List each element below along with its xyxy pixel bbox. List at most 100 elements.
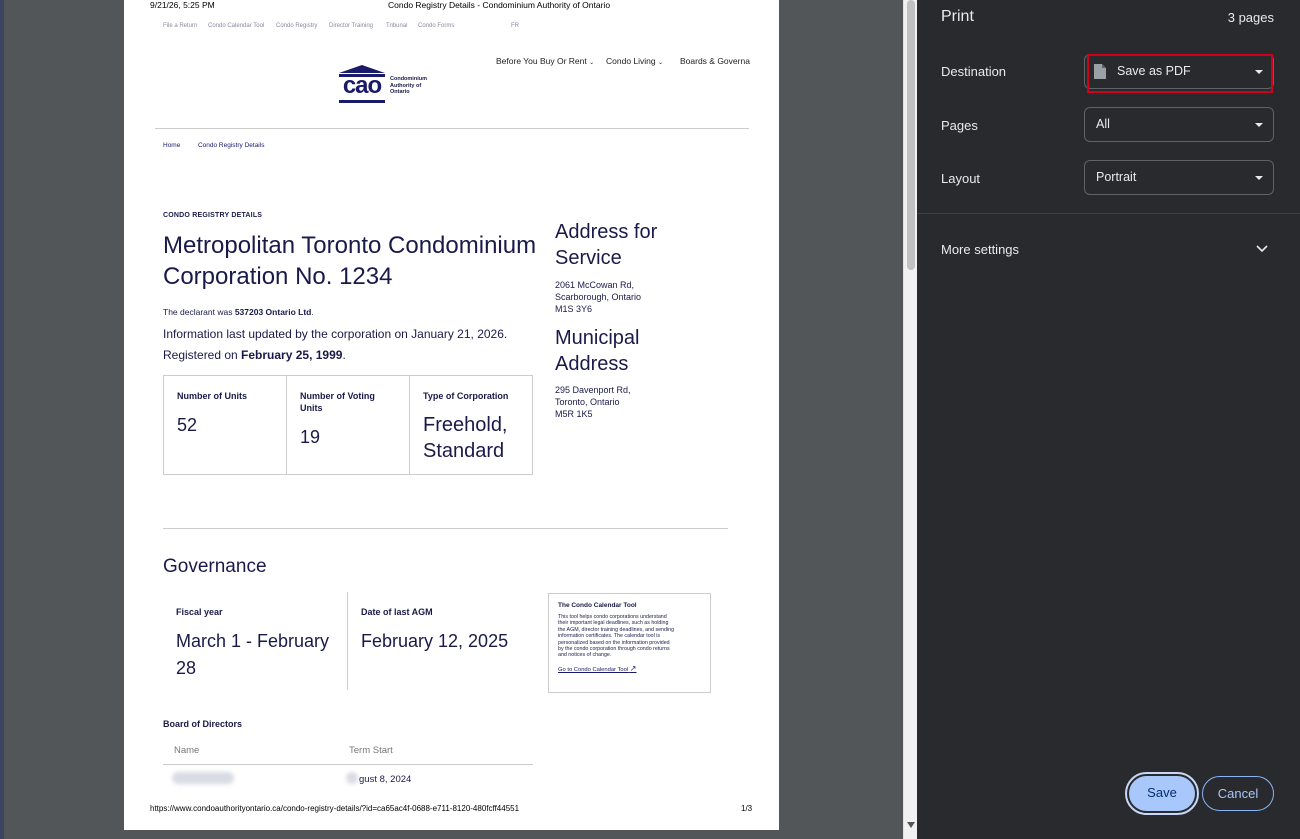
background-edge	[0, 0, 4, 839]
calendar-card-title: The Condo Calendar Tool	[558, 602, 637, 609]
nav-before-you-buy[interactable]: Before You Buy Or Rent ⌄	[496, 56, 594, 66]
section-eyebrow: CONDO REGISTRY DETAILS	[163, 212, 263, 219]
pages-label: Pages	[941, 118, 978, 133]
address-line: Toronto, Ontario	[555, 397, 620, 407]
service-address: 2061 McCowan Rd, Scarborough, Ontario M1…	[555, 279, 641, 315]
fiscal-year-value-line1: March 1 - February	[176, 631, 330, 651]
dropdown-arrow-icon	[1255, 123, 1263, 127]
governance-divider	[347, 592, 348, 690]
print-datetime: 9/21/26, 5:25 PM	[150, 0, 215, 10]
top-link-director-training[interactable]: Director Training	[329, 23, 373, 29]
nav-boards-governance[interactable]: Boards & Governar	[680, 56, 750, 66]
chevron-down-icon: ⌄	[658, 60, 664, 66]
voting-units-value: 19	[300, 427, 321, 447]
board-row-term-start: gust 8, 2024	[359, 774, 412, 785]
scroll-down-arrow-icon[interactable]	[907, 822, 915, 828]
cancel-button[interactable]: Cancel	[1202, 776, 1274, 811]
page-title-line1: Metropolitan Toronto Condominium	[163, 232, 537, 259]
logo-name-line: Condominium	[390, 76, 427, 82]
address-line: M5R 1K5	[555, 409, 593, 419]
board-heading: Board of Directors	[163, 719, 243, 729]
address-line: Scarborough, Ontario	[555, 292, 642, 302]
print-page-title: Condo Registry Details - Condominium Aut…	[388, 0, 611, 10]
registered-prefix: Registered on	[163, 348, 242, 362]
top-link-french[interactable]: FR	[511, 23, 519, 29]
print-footer-page-num: 1/3	[741, 804, 753, 813]
address-line: M1S 3Y6	[555, 304, 593, 314]
print-settings-panel: Print 3 pages Destination Save as PDF Pa…	[917, 0, 1300, 839]
service-address-heading-line2: Service	[555, 247, 622, 269]
governance-heading: Governance	[163, 556, 267, 577]
declarant-suffix: .	[311, 307, 314, 317]
registered-text: Registered on February 25, 1999.	[163, 348, 346, 362]
preview-scrollbar[interactable]	[903, 0, 917, 839]
top-link-condo-registry[interactable]: Condo Registry	[276, 23, 317, 29]
nav-condo-living[interactable]: Condo Living ⌄	[606, 56, 663, 66]
top-link-condo-forms[interactable]: Condo Forms	[418, 23, 454, 29]
board-col-name: Name	[174, 745, 200, 756]
registered-suffix: .	[342, 348, 346, 362]
redacted-name	[172, 772, 234, 784]
board-header-divider	[163, 764, 533, 765]
nav-label: Before You Buy Or Rent	[496, 56, 587, 66]
agm-label: Date of last AGM	[361, 607, 433, 617]
corp-type-value-line2: Standard	[423, 440, 505, 462]
voting-units-label-line1: Number of Voting	[300, 391, 375, 401]
logo-wordmark: cao	[342, 72, 382, 99]
top-link-file-return[interactable]: File a Return	[163, 23, 197, 29]
corp-type-value-line1: Freehold,	[423, 414, 508, 436]
top-link-tribunal[interactable]: Tribunal	[386, 23, 407, 29]
board-col-term-start: Term Start	[349, 745, 393, 756]
cao-logo[interactable]: cao	[336, 64, 388, 104]
nav-label: Condo Living	[606, 56, 656, 66]
stats-grid: Number of Units 52 Number of Voting Unit…	[163, 375, 533, 475]
card-body-line: and notices of change.	[558, 652, 612, 659]
page-count: 3 pages	[1227, 10, 1274, 25]
stats-divider	[286, 376, 287, 474]
breadcrumb-current: Condo Registry Details	[197, 142, 265, 149]
print-preview-area: 9/21/26, 5:25 PM Condo Registry Details …	[0, 0, 903, 839]
municipal-address: 295 Davenport Rd, Toronto, Ontario M5R 1…	[555, 384, 631, 420]
municipal-address-heading-line2: Address	[555, 353, 629, 375]
agm-value: February 12, 2025	[361, 631, 509, 651]
print-title: Print	[941, 8, 974, 25]
calendar-tool-link[interactable]: Go to Condo Calendar Tool ↗	[558, 664, 701, 673]
updated-text: Information last updated by the corporat…	[163, 327, 508, 341]
scrollbar-thumb[interactable]	[907, 0, 915, 270]
address-line: 295 Davenport Rd,	[555, 385, 631, 395]
destination-label: Destination	[941, 64, 1007, 79]
calendar-tool-card: The Condo Calendar Tool This tool helps …	[548, 593, 711, 693]
dropdown-arrow-icon	[1255, 176, 1263, 180]
redacted-term	[346, 772, 358, 784]
pages-select[interactable]: All	[1084, 107, 1274, 142]
preview-page: 9/21/26, 5:25 PM Condo Registry Details …	[124, 0, 779, 830]
header-divider	[155, 128, 749, 129]
layout-label: Layout	[941, 171, 981, 186]
declarant-name: 537203 Ontario Ltd	[234, 307, 312, 317]
section-divider	[163, 528, 728, 529]
highlight-box	[1087, 54, 1273, 93]
address-line: 2061 McCowan Rd,	[555, 280, 635, 290]
print-footer-url: https://www.condoauthorityontario.ca/con…	[150, 804, 520, 813]
more-settings-label: More settings	[941, 242, 1020, 257]
pages-value: All	[1096, 117, 1110, 131]
save-button[interactable]: Save	[1129, 776, 1195, 811]
layout-select[interactable]: Portrait	[1084, 160, 1274, 195]
registered-date: February 25, 1999	[241, 348, 343, 362]
units-label: Number of Units	[177, 391, 248, 401]
stats-divider	[409, 376, 410, 474]
voting-units-label-line2: Units	[300, 403, 323, 413]
declarant-prefix: The declarant was	[163, 307, 235, 317]
municipal-address-heading-line1: Municipal	[555, 327, 640, 349]
more-settings-toggle[interactable]: More settings	[917, 230, 1300, 270]
chevron-down-icon: ⌄	[589, 60, 595, 66]
breadcrumb-home[interactable]: Home	[163, 142, 180, 149]
logo-name-line: Ontario	[390, 89, 410, 95]
service-address-heading-line1: Address for	[555, 221, 658, 243]
external-link-icon: ↗	[629, 663, 637, 673]
units-value: 52	[177, 415, 198, 435]
top-link-calendar-tool[interactable]: Condo Calendar Tool	[208, 23, 264, 29]
layout-value: Portrait	[1096, 170, 1137, 184]
corp-type-label: Type of Corporation	[423, 391, 509, 401]
page-title-line2: Corporation No. 1234	[163, 263, 393, 290]
